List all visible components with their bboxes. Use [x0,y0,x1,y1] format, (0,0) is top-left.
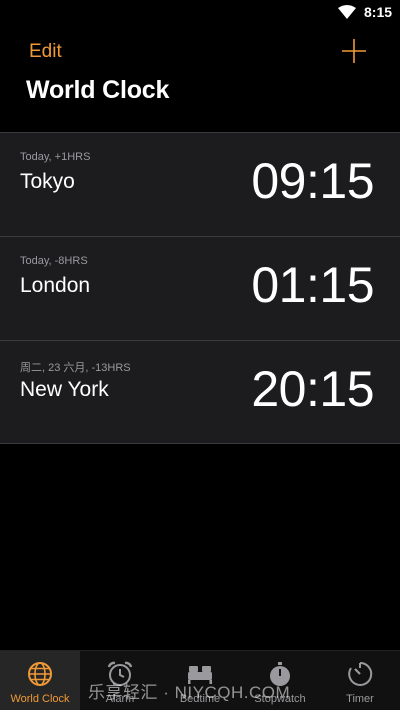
clock-offset: Today, -8HRS [20,255,88,267]
edit-button[interactable]: Edit [29,41,62,63]
tab-label: World Clock [10,693,70,705]
tab-world-clock[interactable]: World Clock [0,651,80,710]
tab-timer[interactable]: Timer [320,651,400,710]
stopwatch-icon [270,662,290,686]
clock-row-london[interactable]: Today, -8HRS London 01:15 [0,236,400,340]
plus-icon[interactable] [341,38,367,64]
bed-icon [188,666,212,684]
tab-alarm[interactable]: Alarm [80,651,160,710]
clock-row-new-york[interactable]: 周二, 23 六月, -13HRS New York 20:15 [0,340,400,444]
clock-time: 20:15 [251,361,374,417]
tab-label: Timer [346,693,374,705]
tab-label: Alarm [105,693,135,705]
tab-label: Bedtime [179,693,221,705]
world-clock-list: Today, +1HRS Tokyo 09:15 Today, -8HRS Lo… [0,132,400,444]
alarm-icon [107,661,133,686]
status-time: 8:15 [364,4,393,20]
clock-time: 01:15 [251,257,374,313]
tab-bedtime[interactable]: Bedtime [160,651,240,710]
clock-offset: 周二, 23 六月, -13HRS [20,362,131,374]
clock-offset: Today, +1HRS [20,151,91,163]
page-title: World Clock [26,76,170,104]
timer-icon [348,661,373,686]
tab-bar: World Clock Alarm Bedtime Stopwatch Time… [0,650,400,710]
status-bar: 8:15 [0,0,400,26]
clock-row-tokyo[interactable]: Today, +1HRS Tokyo 09:15 [0,132,400,236]
tab-stopwatch[interactable]: Stopwatch [240,651,320,710]
clock-time: 09:15 [251,153,374,209]
tab-label: Stopwatch [254,693,306,705]
globe-icon [28,662,52,686]
wifi-icon [338,5,356,19]
clock-city: New York [20,378,109,401]
clock-city: Tokyo [20,170,75,193]
clock-city: London [20,274,91,297]
